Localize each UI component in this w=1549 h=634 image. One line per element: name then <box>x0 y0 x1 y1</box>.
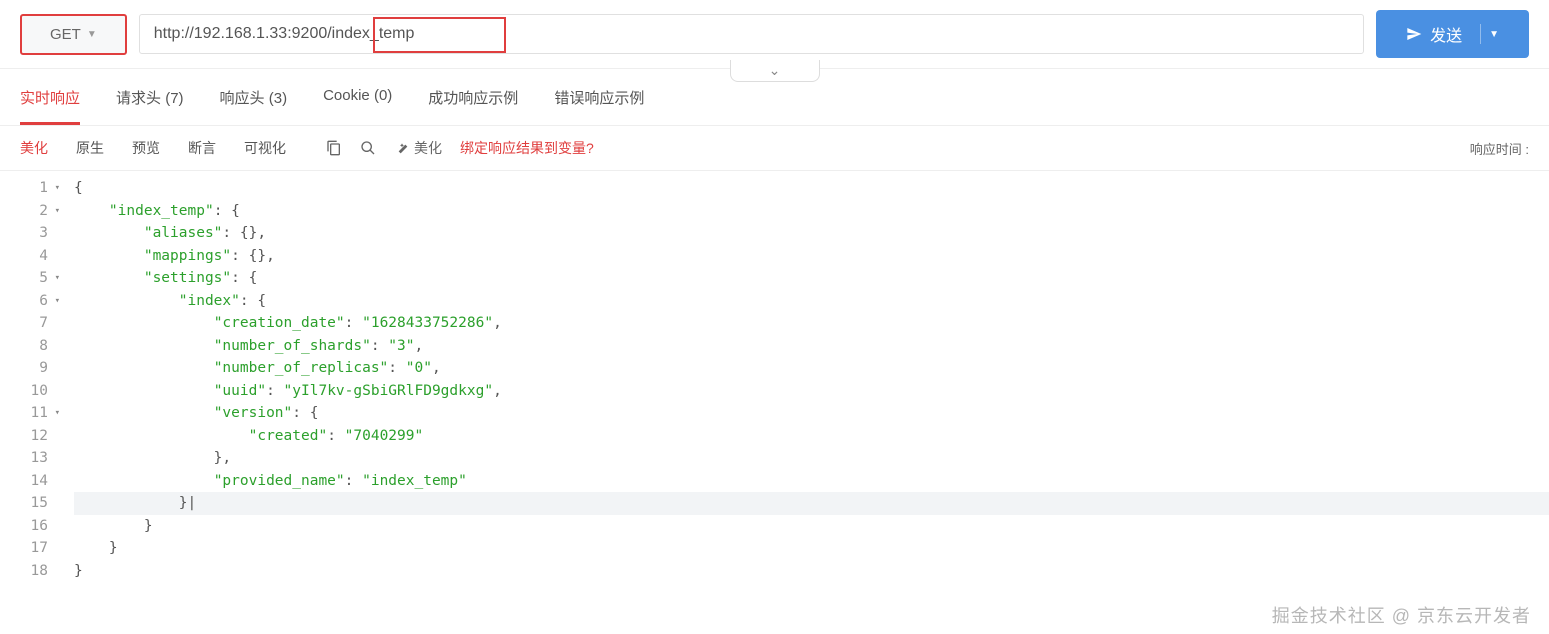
send-button[interactable]: 发送 ▼ <box>1376 10 1529 58</box>
toolbar-icons: 美化 绑定响应结果到变量? <box>326 138 594 158</box>
chevron-down-icon: ▼ <box>87 29 97 40</box>
line-number: 15 <box>0 492 50 515</box>
line-number: 16 <box>0 515 50 538</box>
code-line: "provided_name": "index_temp" <box>74 470 1549 493</box>
tab-error-example[interactable]: 错误响应示例 <box>554 87 644 125</box>
code-line: "number_of_replicas": "0", <box>74 357 1549 380</box>
code-line: "number_of_shards": "3", <box>74 335 1549 358</box>
line-number: 2 <box>0 200 50 223</box>
tab-response-headers[interactable]: 响应头 (3) <box>220 87 288 125</box>
send-divider <box>1480 24 1481 44</box>
send-icon <box>1406 26 1422 42</box>
search-icon[interactable] <box>360 140 376 156</box>
beautify-action[interactable]: 美化 <box>394 138 442 158</box>
line-number: 18 <box>0 560 50 583</box>
watermark: 掘金技术社区 @ 京东云开发者 <box>1272 602 1531 628</box>
line-number: 9 <box>0 357 50 380</box>
sub-tab-raw[interactable]: 原生 <box>76 138 104 158</box>
line-number: 4 <box>0 245 50 268</box>
code-line: } <box>74 515 1549 538</box>
line-number: 10 <box>0 380 50 403</box>
tab-cookie[interactable]: Cookie (0) <box>323 87 392 125</box>
line-number: 13 <box>0 447 50 470</box>
tab-success-example[interactable]: 成功响应示例 <box>428 87 518 125</box>
bind-variables-link[interactable]: 绑定响应结果到变量? <box>460 138 594 158</box>
code-line: "settings": { <box>74 267 1549 290</box>
code-line: "index": { <box>74 290 1549 313</box>
code-line: } <box>74 537 1549 560</box>
line-gutter: 123456789101112131415161718 <box>0 177 54 582</box>
code-line: "creation_date": "1628433752286", <box>74 312 1549 335</box>
line-number: 6 <box>0 290 50 313</box>
code-line: "aliases": {}, <box>74 222 1549 245</box>
code-line: { <box>74 177 1549 200</box>
chevron-down-icon[interactable]: ▼ <box>1489 29 1499 40</box>
sub-tab-assert[interactable]: 断言 <box>188 138 216 158</box>
http-method-dropdown[interactable]: GET ▼ <box>20 14 127 55</box>
line-number: 14 <box>0 470 50 493</box>
response-sub-toolbar: 美化 原生 预览 断言 可视化 美化 绑定响应结果到变量? 响应时间 : <box>0 126 1549 171</box>
code-line: "version": { <box>74 402 1549 425</box>
response-time-label: 响应时间 : <box>1470 139 1529 158</box>
code-line: }, <box>74 447 1549 470</box>
sub-tab-visualize[interactable]: 可视化 <box>244 138 286 158</box>
line-number: 12 <box>0 425 50 448</box>
line-number: 8 <box>0 335 50 358</box>
response-body: 123456789101112131415161718 { "index_tem… <box>0 171 1549 592</box>
line-number: 5 <box>0 267 50 290</box>
http-method-label: GET <box>50 26 81 43</box>
sub-tab-beautify[interactable]: 美化 <box>20 138 48 158</box>
tab-request-headers[interactable]: 请求头 (7) <box>116 87 184 125</box>
code-line: }| <box>74 492 1549 515</box>
sub-tab-preview[interactable]: 预览 <box>132 138 160 158</box>
code-content[interactable]: { "index_temp": { "aliases": {}, "mappin… <box>54 177 1549 582</box>
url-highlight-annotation <box>373 17 506 53</box>
code-line: "index_temp": { <box>74 200 1549 223</box>
code-line: "mappings": {}, <box>74 245 1549 268</box>
send-button-label: 发送 <box>1430 22 1462 46</box>
line-number: 1 <box>0 177 50 200</box>
copy-icon[interactable] <box>326 140 342 156</box>
collapse-handle[interactable]: ⌄ <box>730 60 820 82</box>
line-number: 11 <box>0 402 50 425</box>
line-number: 17 <box>0 537 50 560</box>
chevron-down-icon: ⌄ <box>769 62 781 79</box>
code-line: } <box>74 560 1549 583</box>
url-input[interactable]: http://192.168.1.33:9200/index_temp <box>139 14 1364 54</box>
code-line: "created": "7040299" <box>74 425 1549 448</box>
line-number: 7 <box>0 312 50 335</box>
line-number: 3 <box>0 222 50 245</box>
code-line: "uuid": "yIl7kv-gSbiGRlFD9gdkxg", <box>74 380 1549 403</box>
tab-realtime-response[interactable]: 实时响应 <box>20 87 80 125</box>
request-bar: GET ▼ http://192.168.1.33:9200/index_tem… <box>0 0 1549 69</box>
wand-icon <box>394 140 410 156</box>
